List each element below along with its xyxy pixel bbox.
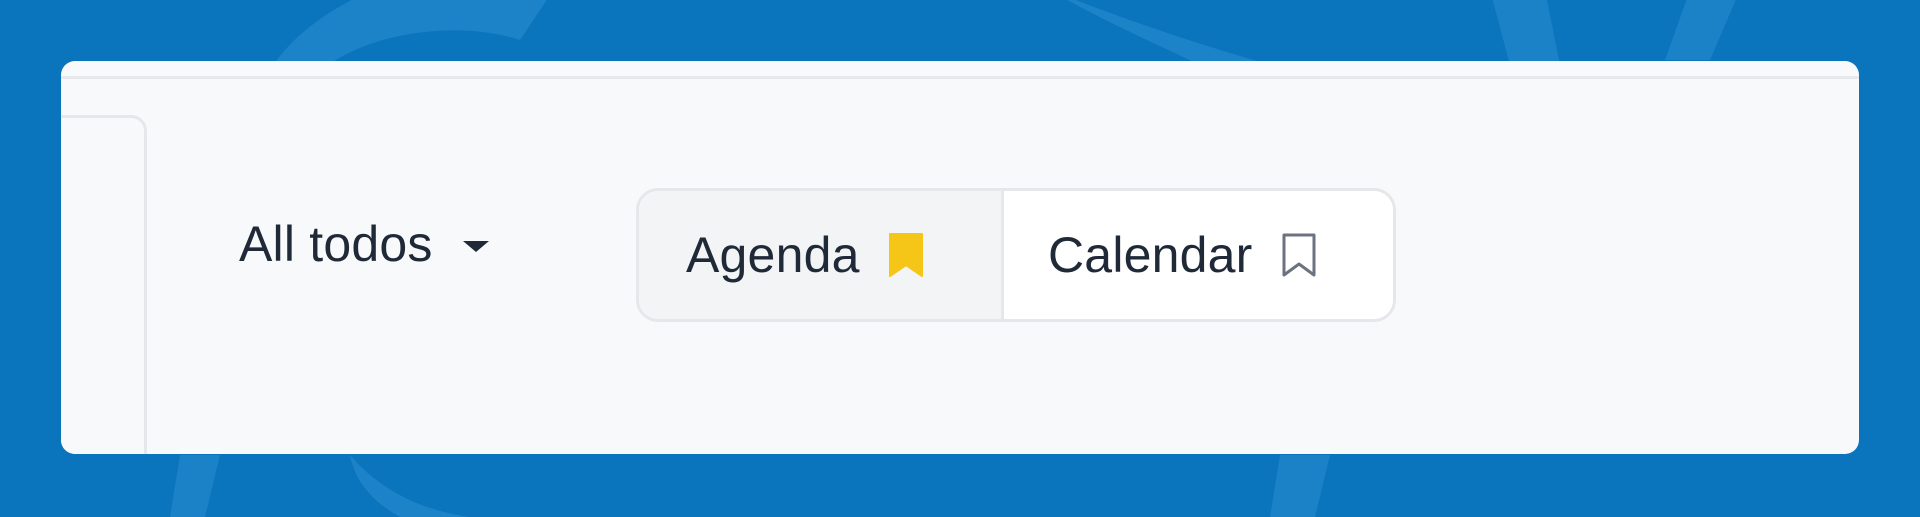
- view-toggle: Agenda Calendar: [636, 188, 1396, 322]
- agenda-view-button[interactable]: Agenda: [639, 191, 1004, 319]
- todo-filter-label: All todos: [239, 216, 433, 272]
- panel-top-divider: [61, 76, 1859, 79]
- calendar-view-button[interactable]: Calendar: [1004, 191, 1393, 319]
- bookmark-outline-icon: [1281, 232, 1317, 278]
- todo-filter-dropdown[interactable]: All todos: [239, 216, 489, 272]
- todo-view-panel: All todos Agenda Calendar: [61, 61, 1859, 454]
- agenda-view-label: Agenda: [686, 227, 860, 283]
- caret-down-icon: [462, 240, 489, 252]
- bookmark-filled-icon: [888, 232, 924, 278]
- calendar-view-label: Calendar: [1048, 227, 1253, 283]
- sidebar-panel-edge: [61, 115, 147, 454]
